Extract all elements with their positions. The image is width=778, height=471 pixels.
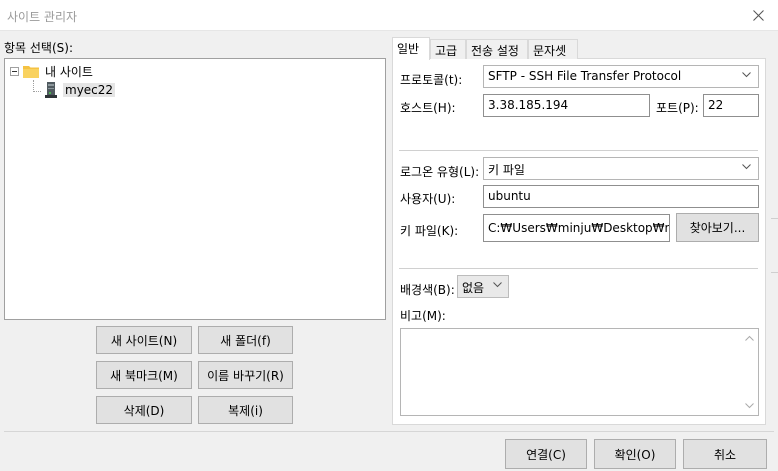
comment-textarea[interactable]: [400, 328, 759, 416]
scroll-up-icon[interactable]: [745, 335, 754, 341]
window-edge: [771, 272, 778, 273]
tree-item-site[interactable]: myec22: [45, 81, 116, 99]
connect-button[interactable]: 연결(C): [505, 439, 587, 469]
host-input[interactable]: 3.38.185.194: [483, 94, 650, 117]
chevron-down-icon: [493, 282, 502, 288]
chevron-down-icon: [742, 72, 751, 78]
window-title: 사이트 관리자: [7, 10, 78, 24]
port-input[interactable]: 22: [703, 94, 759, 117]
tab-advanced[interactable]: 고급: [430, 39, 466, 59]
scroll-down-icon[interactable]: [745, 403, 754, 409]
key-file-label: 키 파일(K):: [400, 224, 459, 238]
host-label: 호스트(H):: [400, 101, 456, 115]
scrollbar[interactable]: [741, 329, 758, 415]
footer-divider: [4, 431, 774, 432]
tab-charset[interactable]: 문자셋: [528, 39, 578, 59]
new-site-button[interactable]: 새 사이트(N): [96, 326, 192, 354]
site-tree[interactable]: 내 사이트 myec22: [4, 58, 386, 320]
tree-connector: [33, 91, 41, 92]
protocol-select[interactable]: SFTP - SSH File Transfer Protocol: [483, 65, 759, 88]
logon-type-label: 로그온 유형(L):: [400, 165, 480, 179]
background-color-select[interactable]: 없음: [457, 275, 509, 298]
tab-transfer-settings[interactable]: 전송 설정: [466, 39, 528, 59]
server-icon: [45, 82, 57, 98]
divider: [399, 150, 758, 151]
close-icon: [753, 10, 764, 21]
ok-button[interactable]: 확인(O): [594, 439, 676, 469]
comment-label: 비고(M):: [400, 309, 446, 323]
tree-item-my-sites[interactable]: 내 사이트: [10, 62, 95, 80]
close-button[interactable]: [748, 5, 770, 25]
new-folder-button[interactable]: 새 폴더(f): [198, 326, 293, 354]
protocol-label: 프로토콜(t):: [400, 73, 463, 87]
tree-item-label: 내 사이트: [45, 64, 93, 79]
logon-type-select[interactable]: 키 파일: [483, 157, 759, 180]
rename-button[interactable]: 이름 바꾸기(R): [198, 361, 293, 389]
logon-type-value: 키 파일: [488, 163, 525, 177]
window-edge: [771, 218, 778, 219]
chevron-down-icon: [742, 164, 751, 170]
title-bar: 사이트 관리자: [0, 0, 778, 31]
background-color-value: 없음: [462, 281, 485, 295]
key-file-input[interactable]: C:₩Users₩minju₩Desktop₩newl: [483, 214, 670, 242]
folder-icon: [23, 65, 39, 78]
cancel-button[interactable]: 취소: [683, 439, 767, 469]
tab-general[interactable]: 일반: [392, 37, 430, 60]
delete-button[interactable]: 삭제(D): [96, 396, 192, 424]
port-label: 포트(P):: [656, 101, 699, 115]
tree-item-label: myec22: [63, 83, 116, 97]
tree-label: 항목 선택(S):: [4, 41, 73, 55]
background-color-label: 배경색(B):: [400, 283, 455, 297]
collapse-icon[interactable]: [10, 66, 19, 76]
browse-button[interactable]: 찾아보기...: [676, 213, 759, 242]
protocol-value: SFTP - SSH File Transfer Protocol: [488, 69, 682, 83]
user-input[interactable]: ubuntu: [483, 185, 759, 208]
divider: [399, 268, 758, 269]
duplicate-button[interactable]: 복제(i): [198, 396, 293, 424]
user-label: 사용자(U):: [400, 192, 456, 206]
new-bookmark-button[interactable]: 새 북마크(M): [96, 361, 192, 389]
